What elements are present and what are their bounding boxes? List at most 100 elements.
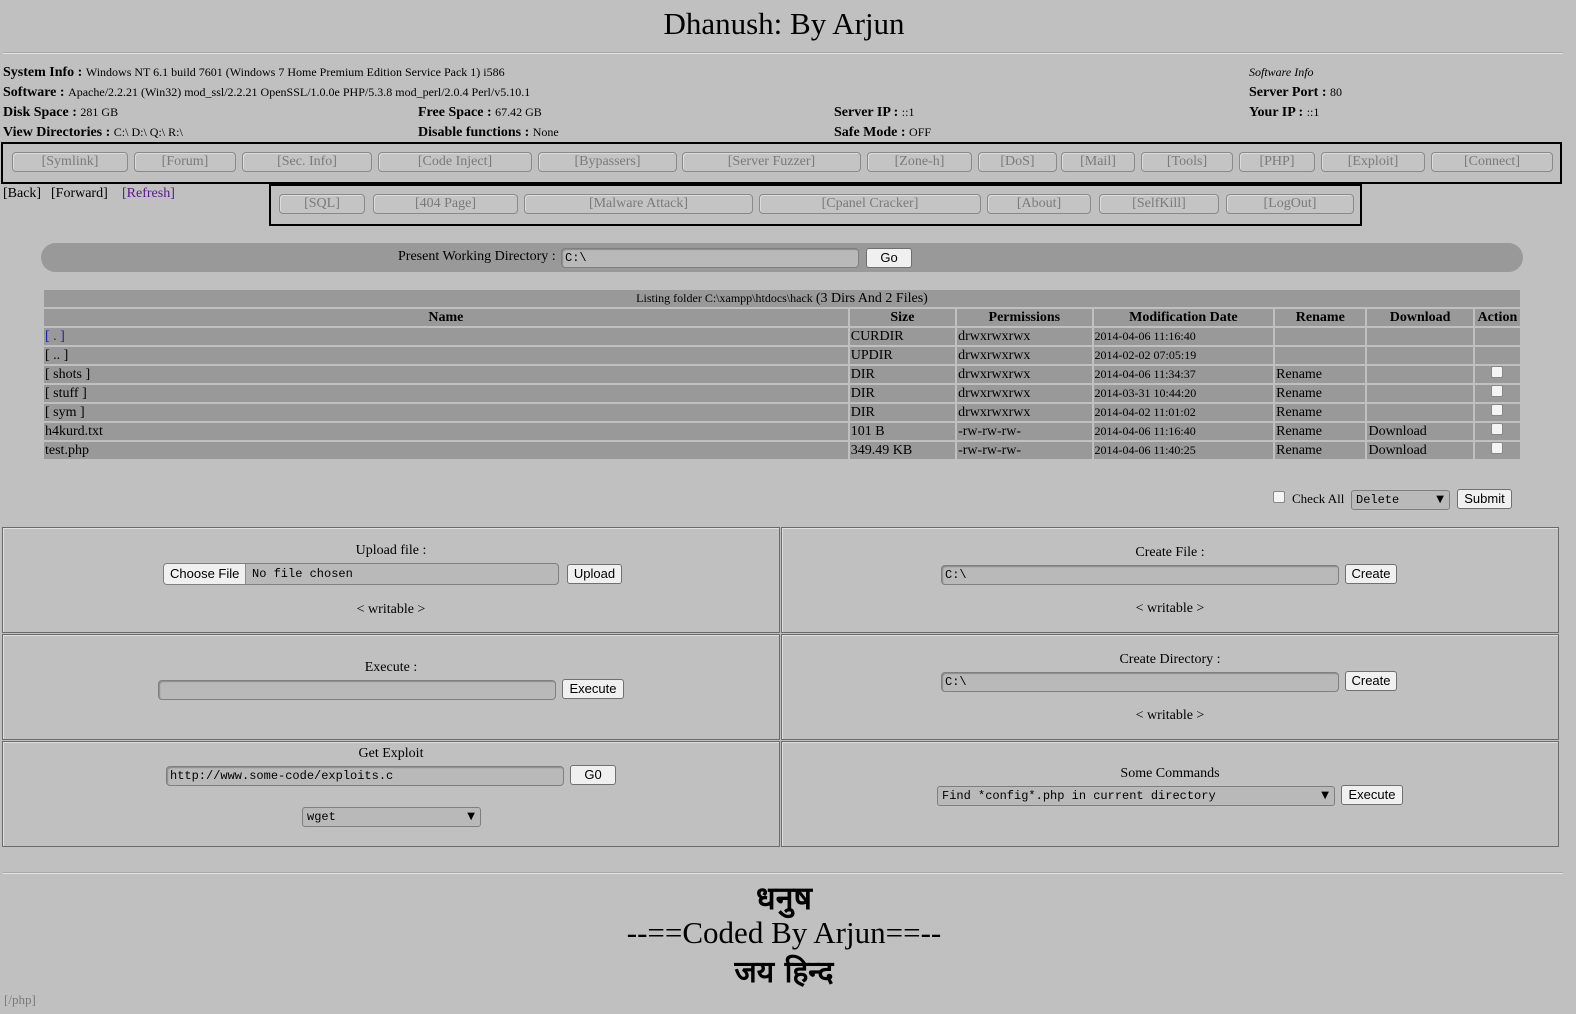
listing-caption: Listing folder C:\xampp\htdocs\hack (3 D… xyxy=(44,290,1520,307)
nav-dos-button[interactable]: [DoS] xyxy=(978,152,1057,172)
file-rename-link[interactable]: Rename xyxy=(1275,442,1366,459)
exploit-go-button[interactable]: G0 xyxy=(570,765,616,785)
nav-selfkill-button[interactable]: [SelfKill] xyxy=(1099,194,1219,214)
table-row: [ sym ] DIR drwxrwxrwx 2014-04-02 11:01:02 R… xyxy=(44,404,1520,421)
software-info-link[interactable]: Software Info xyxy=(1249,65,1314,80)
upload-button[interactable]: Upload xyxy=(567,564,622,584)
commands-select[interactable]: Find *config*.php in current directory ▼ xyxy=(937,786,1335,806)
execute-button[interactable]: Execute xyxy=(562,679,624,699)
nav-tools-button[interactable]: [Tools] xyxy=(1141,152,1233,172)
table-row: [ . ] CURDIR drwxrwxrwx 2014-04-06 11:16:40 xyxy=(44,328,1520,345)
create-directory-input[interactable]: C:\ xyxy=(941,672,1339,692)
file-permissions: -rw-rw-rw- xyxy=(957,423,1092,440)
free-space: Free Space : 67.42 GB xyxy=(418,105,542,120)
nav-cpanel-cracker-button[interactable]: [Cpanel Cracker] xyxy=(759,194,981,214)
disk-space: Disk Space : 281 GB xyxy=(3,105,119,120)
upload-file-input[interactable]: Choose File No file chosen xyxy=(163,563,559,585)
exploit-url-input[interactable]: http://www.some-code/exploits.c xyxy=(166,766,564,786)
file-rename-link[interactable]: Rename xyxy=(1275,385,1366,402)
file-modification-date: 2014-02-02 07:05:19 xyxy=(1093,347,1274,364)
nav-logout-button[interactable]: [LogOut] xyxy=(1226,194,1354,214)
file-action-cell xyxy=(1474,366,1520,383)
file-action-cell xyxy=(1474,347,1520,364)
create-directory-writable: < writable > xyxy=(1135,708,1205,723)
nav-malware-attack-button[interactable]: [Malware Attack] xyxy=(524,194,753,214)
file-download-link[interactable]: Download xyxy=(1367,423,1473,440)
create-file-panel: Create File : C:\ Create < writable > xyxy=(781,527,1559,633)
header-action: Action xyxy=(1474,309,1520,326)
nav-forum-button[interactable]: [Forum] xyxy=(134,152,236,172)
nav-404-page-button[interactable]: [404 Page] xyxy=(373,194,518,214)
file-name[interactable]: [ .. ] xyxy=(44,347,848,364)
file-rename-link[interactable]: Rename xyxy=(1275,423,1366,440)
page-title: Dhanush: By Arjun xyxy=(663,6,905,41)
file-name[interactable]: [ . ] xyxy=(44,328,848,345)
file-name[interactable]: [ shots ] xyxy=(44,366,848,383)
file-permissions: drwxrwxrwx xyxy=(957,347,1092,364)
file-name[interactable]: [ stuff ] xyxy=(44,385,848,402)
file-action-cell xyxy=(1474,404,1520,421)
file-permissions: -rw-rw-rw- xyxy=(957,442,1092,459)
file-select-checkbox[interactable] xyxy=(1491,442,1504,454)
exploit-method-select[interactable]: wget ▼ xyxy=(302,807,481,827)
create-file-writable: < writable > xyxy=(1135,601,1205,616)
commands-execute-button[interactable]: Execute xyxy=(1341,785,1403,805)
nav-exploit-button[interactable]: [Exploit] xyxy=(1321,152,1425,172)
directory-links[interactable]: C:\ D:\ Q:\ R:\ xyxy=(114,125,183,139)
refresh-link[interactable]: [Refresh] xyxy=(122,186,175,202)
nav-code-inject-button[interactable]: [Code Inject] xyxy=(378,152,532,172)
check-all-label: Check All xyxy=(1292,491,1345,506)
some-commands-title: Some Commands xyxy=(1120,766,1220,781)
file-rename-link[interactable]: Rename xyxy=(1275,366,1366,383)
file-rename-link[interactable]: Rename xyxy=(1275,404,1366,421)
nav-mail-button[interactable]: [Mail] xyxy=(1061,152,1135,172)
file-modification-date: 2014-04-06 11:16:40 xyxy=(1093,423,1274,440)
file-table: Listing folder C:\xampp\htdocs\hack (3 D… xyxy=(42,288,1522,461)
bulk-submit-button[interactable]: Submit xyxy=(1457,489,1512,509)
file-modification-date: 2014-04-06 11:34:37 xyxy=(1093,366,1274,383)
header-size: Size xyxy=(849,309,956,326)
file-permissions: drwxrwxrwx xyxy=(957,328,1092,345)
nav-php-button[interactable]: [PHP] xyxy=(1239,152,1315,172)
nav-connect-button[interactable]: [Connect] xyxy=(1431,152,1553,172)
file-name[interactable]: [ sym ] xyxy=(44,404,848,421)
nav-about-button[interactable]: [About] xyxy=(987,194,1091,214)
header-rename: Rename xyxy=(1275,309,1366,326)
software-info: Software : Apache/2.2.21 (Win32) mod_ssl… xyxy=(3,85,531,100)
execute-input[interactable] xyxy=(158,680,556,700)
create-directory-button[interactable]: Create xyxy=(1345,671,1397,691)
file-size: DIR xyxy=(849,385,956,402)
server-ip: Server IP : ::1 xyxy=(834,105,915,120)
pwd-go-button[interactable]: Go xyxy=(866,248,912,268)
create-file-input[interactable]: C:\ xyxy=(941,565,1339,585)
pwd-input[interactable]: C:\ xyxy=(561,248,859,268)
file-download-link[interactable]: Download xyxy=(1367,442,1473,459)
file-name[interactable]: test.php xyxy=(44,442,848,459)
table-row: [ stuff ] DIR drwxrwxrwx 2014-03-31 10:44:2… xyxy=(44,385,1520,402)
forward-link[interactable]: [Forward] xyxy=(51,186,108,202)
file-download-link xyxy=(1367,366,1473,383)
nav-sec-info-button[interactable]: [Sec. Info] xyxy=(242,152,372,172)
file-size: DIR xyxy=(849,366,956,383)
back-link[interactable]: [Back] xyxy=(3,186,41,202)
nav-symlink-button[interactable]: [Symlink] xyxy=(12,152,128,172)
nav-zone-h-button[interactable]: [Zone-h] xyxy=(867,152,972,172)
bulk-action-select[interactable]: Delete ▼ xyxy=(1351,490,1450,510)
nav-bypassers-button[interactable]: [Bypassers] xyxy=(538,152,677,172)
nav-server-fuzzer-button[interactable]: [Server Fuzzer] xyxy=(682,152,861,172)
choose-file-button[interactable]: Choose File xyxy=(164,564,247,584)
upload-file-status: No file chosen xyxy=(252,567,353,581)
pwd-label: Present Working Directory : xyxy=(398,249,556,264)
file-select-checkbox[interactable] xyxy=(1491,404,1504,416)
create-file-button[interactable]: Create xyxy=(1345,564,1397,584)
file-permissions: drwxrwxrwx xyxy=(957,404,1092,421)
check-all-checkbox[interactable] xyxy=(1273,491,1285,503)
file-select-checkbox[interactable] xyxy=(1491,385,1504,397)
file-permissions: drwxrwxrwx xyxy=(957,366,1092,383)
file-select-checkbox[interactable] xyxy=(1491,423,1504,435)
system-info: System Info : Windows NT 6.1 build 7601 … xyxy=(3,65,505,80)
file-select-checkbox[interactable] xyxy=(1491,366,1504,378)
upload-writable: < writable > xyxy=(356,602,426,617)
file-name[interactable]: h4kurd.txt xyxy=(44,423,848,440)
nav-sql-button[interactable]: [SQL] xyxy=(279,194,365,214)
